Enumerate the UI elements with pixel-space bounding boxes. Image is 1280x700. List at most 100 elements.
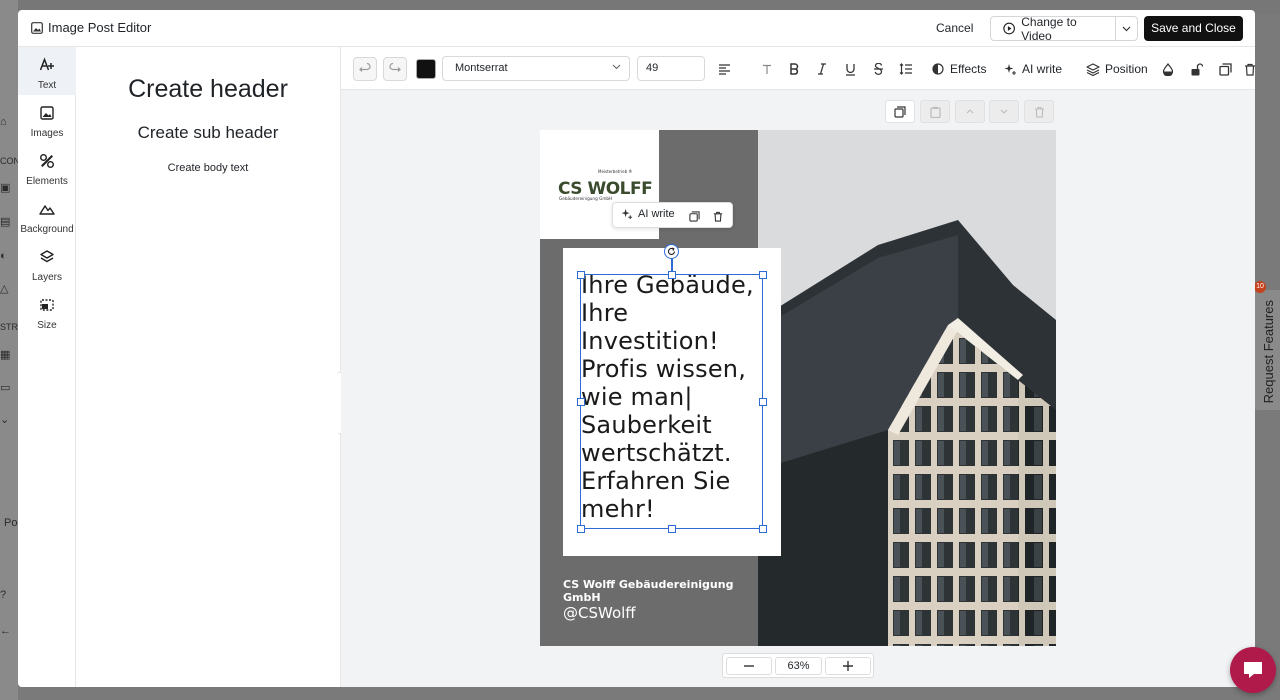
floating-text-toolbar: AI write [612,202,733,228]
redo-button[interactable] [383,57,407,81]
unlock-icon [1191,62,1203,75]
change-to-video-dropdown[interactable] [1116,17,1137,40]
resize-handle-bottom[interactable] [668,525,676,533]
delete-button[interactable] [1244,57,1255,81]
building-photo[interactable] [758,130,1056,646]
droplet-icon [1162,62,1174,76]
strikethrough-icon [873,63,883,75]
zoom-controls: 63% [722,653,874,678]
selection-box[interactable] [580,274,763,529]
rail-item-images[interactable]: Images [18,95,76,143]
italic-icon [818,63,826,75]
sparkle-icon [621,208,633,220]
effects-button[interactable]: Effects [931,57,986,81]
canvas-move-down-button[interactable] [989,100,1019,123]
canvas-copy-button[interactable] [885,100,915,123]
rail-item-background[interactable]: Background [18,191,76,239]
underline-button[interactable] [840,57,860,81]
modal-header: Image Post Editor Cancel Change to Video… [18,10,1255,47]
calendar-icon: ▤ [0,216,11,228]
help-icon: ? [0,589,7,601]
rotate-handle[interactable] [664,244,679,259]
background-label-con: CON [0,156,20,166]
duplicate-button[interactable] [1215,57,1235,81]
text-add-icon [39,57,54,71]
background-label-po: Po [4,517,18,529]
resize-handle-right[interactable] [759,398,767,406]
ai-write-button[interactable]: AI write [1004,57,1062,81]
layers-icon [40,250,54,263]
request-features-label: Request Features [1261,300,1276,404]
font-size-input[interactable]: 49 [637,56,705,81]
logout-icon: ← [0,625,11,637]
effects-label: Effects [950,62,987,76]
strikethrough-button[interactable] [868,57,888,81]
resize-handle-left[interactable] [577,398,585,406]
cancel-button[interactable]: Cancel [924,16,985,41]
rail-item-text[interactable]: Text [18,47,76,95]
home-icon: ⌂ [0,116,7,128]
rail-item-layers[interactable]: Layers [18,239,76,287]
resize-handle-top-right[interactable] [759,271,767,279]
mountain-icon [39,205,55,215]
rail-item-size[interactable]: Size [18,287,76,335]
floating-copy-button[interactable] [689,209,700,227]
zoom-out-button[interactable] [726,657,772,675]
background-sidebar: ⌂ CON ▣ ▤ ◐ △ STRA ▦ ▭ ⌄ Po ? ← [0,0,24,700]
rail-label: Elements [26,176,68,187]
ai-write-label: AI write [1022,62,1063,76]
bold-icon [790,63,799,75]
rail-label: Background [20,224,74,235]
trash-icon [1245,63,1255,76]
text-panel: Create header Create sub header Create b… [76,47,341,687]
resize-handle-top[interactable] [668,271,676,279]
palette-icon: ◐ [0,250,7,262]
save-and-close-button[interactable]: Save and Close [1144,16,1243,41]
resize-handle-bottom-right[interactable] [759,525,767,533]
canvas-delete-button[interactable] [1024,100,1054,123]
text-case-button[interactable] [757,57,777,81]
text-color-swatch[interactable] [416,59,436,79]
logo-top-text: Meisterbetrieb ® [598,169,632,174]
line-height-icon [899,63,912,75]
company-name-text[interactable]: CS Wolff Gebäudereinigung GmbH [563,578,753,604]
create-header-option[interactable]: Create header [76,75,340,104]
canvas-move-up-button[interactable] [955,100,985,123]
social-handle-text[interactable]: @CSWolff [563,604,636,622]
opacity-button[interactable] [1158,57,1178,81]
triangle-icon: △ [0,283,9,295]
position-button[interactable]: Position [1086,57,1148,81]
play-circle-icon [1003,22,1015,35]
chat-widget-button[interactable] [1230,647,1276,693]
floating-delete-button[interactable] [713,209,723,227]
text-toolbar: Montserrat 49 Effects AI write Position [341,47,1255,90]
plus-icon [843,661,853,671]
align-left-button[interactable] [714,57,734,81]
font-family-select[interactable]: Montserrat [442,56,630,81]
floating-ai-write-button[interactable]: AI write [621,208,675,220]
undo-button[interactable] [353,57,377,81]
chevron-down-icon: ⌄ [0,414,10,426]
align-left-icon [718,64,730,75]
zoom-in-button[interactable] [825,657,871,675]
create-body-text-option[interactable]: Create body text [76,162,340,174]
minus-icon [744,665,754,667]
resize-handle-top-left[interactable] [577,271,585,279]
change-to-video-button-group: Change to Video [990,15,1138,43]
trash-icon [713,211,723,222]
floating-ai-write-label: AI write [638,208,675,220]
italic-button[interactable] [812,57,832,81]
rail-item-elements[interactable]: Elements [18,143,76,191]
create-sub-header-option[interactable]: Create sub header [76,123,340,143]
underline-icon [845,63,855,76]
copy-icon [1218,62,1232,76]
change-to-video-button[interactable]: Change to Video [991,15,1117,43]
lock-button[interactable] [1186,57,1206,81]
line-height-button[interactable] [896,57,916,81]
chevron-down-icon [1122,26,1131,31]
bold-button[interactable] [784,57,804,81]
building-illustration [758,130,1056,646]
resize-handle-bottom-left[interactable] [577,525,585,533]
canvas-paste-button[interactable] [920,100,950,123]
chevron-down-icon [612,64,621,70]
